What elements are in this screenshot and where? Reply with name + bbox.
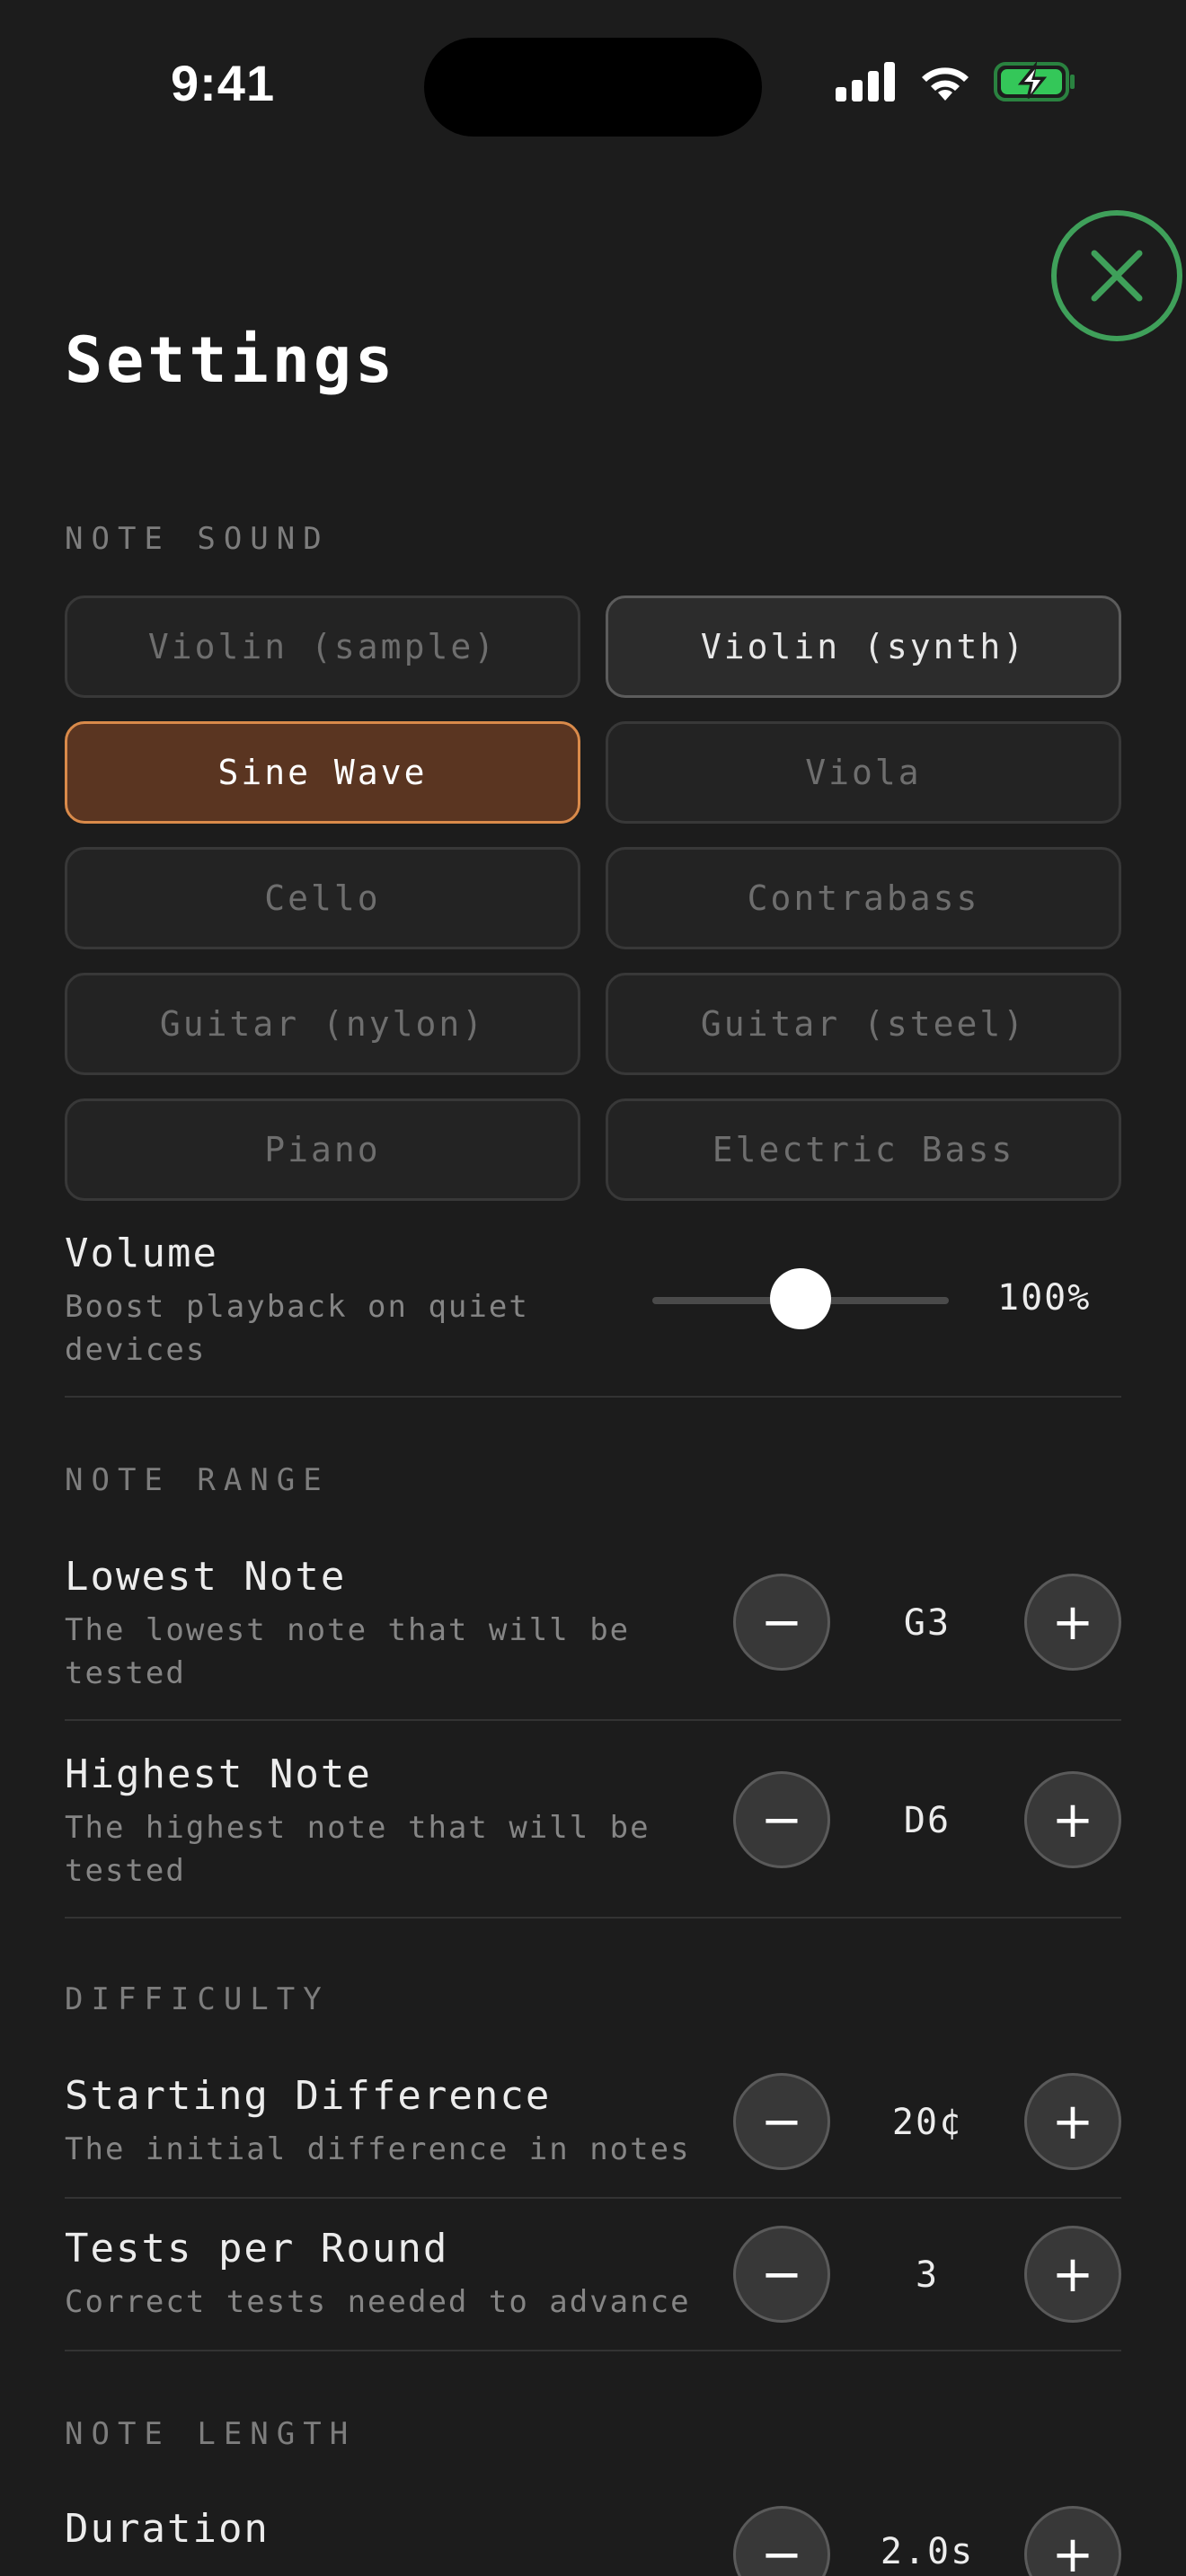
tests-per-round-label: Tests per Round	[65, 2226, 449, 2272]
sound-option-viola[interactable]: Viola	[606, 721, 1121, 824]
close-button[interactable]	[1049, 208, 1184, 343]
note-sound-options: Violin (sample) Violin (synth) Sine Wave…	[65, 595, 1121, 1201]
tests-per-round-row: Tests per Round Correct tests needed to …	[65, 2226, 730, 2324]
highest-note-description: The highest note that will be tested	[65, 1810, 651, 1889]
lowest-note-row: Lowest Note The lowest note that will be…	[65, 1554, 676, 1695]
section-label-note-length: NOTE LENGTH	[65, 2416, 357, 2452]
divider	[65, 2197, 1121, 2199]
lowest-note-label: Lowest Note	[65, 1554, 347, 1600]
dynamic-island	[424, 38, 762, 137]
highest-note-value: D6	[903, 1800, 951, 1841]
sound-option-guitar-nylon[interactable]: Guitar (nylon)	[65, 973, 580, 1075]
highest-note-row: Highest Note The highest note that will …	[65, 1751, 694, 1892]
sound-option-sine-wave[interactable]: Sine Wave	[65, 721, 580, 824]
status-icons	[836, 61, 1076, 102]
close-icon	[1091, 250, 1143, 302]
lowest-note-increment-button[interactable]: +	[1024, 1574, 1121, 1671]
divider	[65, 1719, 1121, 1721]
highest-note-increment-button[interactable]: +	[1024, 1771, 1121, 1868]
duration-increment-button[interactable]: +	[1024, 2506, 1121, 2576]
starting-difference-label: Starting Difference	[65, 2073, 552, 2119]
lowest-note-decrement-button[interactable]: −	[733, 1574, 830, 1671]
page-title: Settings	[65, 323, 397, 397]
battery-charging-icon	[994, 62, 1075, 101]
sound-option-violin-sample[interactable]: Violin (sample)	[65, 595, 580, 698]
starting-difference-row: Starting Difference The initial differen…	[65, 2073, 730, 2171]
starting-difference-description: The initial difference in notes	[65, 2131, 691, 2167]
wifi-icon	[922, 67, 969, 101]
duration-value: 2.0s	[880, 2531, 975, 2572]
sound-option-electric-bass[interactable]: Electric Bass	[606, 1098, 1121, 1201]
tests-per-round-value: 3	[915, 2254, 940, 2296]
sound-option-violin-synth[interactable]: Violin (synth)	[606, 595, 1121, 698]
volume-slider-thumb[interactable]	[770, 1268, 831, 1329]
cellular-signal-icon	[836, 62, 895, 101]
volume-description: Boost playback on quiet devices	[65, 1289, 529, 1368]
divider	[65, 1917, 1121, 1919]
sound-option-piano[interactable]: Piano	[65, 1098, 580, 1201]
volume-row: Volume Boost playback on quiet devices	[65, 1231, 568, 1372]
status-time: 9:41	[171, 55, 276, 111]
highest-note-decrement-button[interactable]: −	[733, 1771, 830, 1868]
highest-note-label: Highest Note	[65, 1751, 372, 1797]
sound-option-cello[interactable]: Cello	[65, 847, 580, 949]
tests-per-round-decrement-button[interactable]: −	[733, 2226, 830, 2323]
starting-difference-decrement-button[interactable]: −	[733, 2073, 830, 2170]
tests-per-round-increment-button[interactable]: +	[1024, 2226, 1121, 2323]
lowest-note-value: G3	[903, 1602, 951, 1644]
starting-difference-value: 20¢	[891, 2102, 963, 2143]
section-label-difficulty: DIFFICULTY	[65, 1981, 330, 2017]
lowest-note-description: The lowest note that will be tested	[65, 1612, 631, 1691]
divider	[65, 2350, 1121, 2351]
divider	[65, 1396, 1121, 1398]
sound-option-contrabass[interactable]: Contrabass	[606, 847, 1121, 949]
section-label-note-range: NOTE RANGE	[65, 1462, 330, 1498]
volume-label: Volume	[65, 1231, 218, 1276]
starting-difference-increment-button[interactable]: +	[1024, 2073, 1121, 2170]
duration-row: Duration	[65, 2506, 694, 2552]
section-label-note-sound: NOTE SOUND	[65, 521, 330, 557]
volume-value: 100%	[997, 1277, 1092, 1319]
tests-per-round-description: Correct tests needed to advance	[65, 2284, 691, 2320]
sound-option-guitar-steel[interactable]: Guitar (steel)	[606, 973, 1121, 1075]
duration-label: Duration	[65, 2506, 270, 2552]
duration-decrement-button[interactable]: −	[733, 2506, 830, 2576]
